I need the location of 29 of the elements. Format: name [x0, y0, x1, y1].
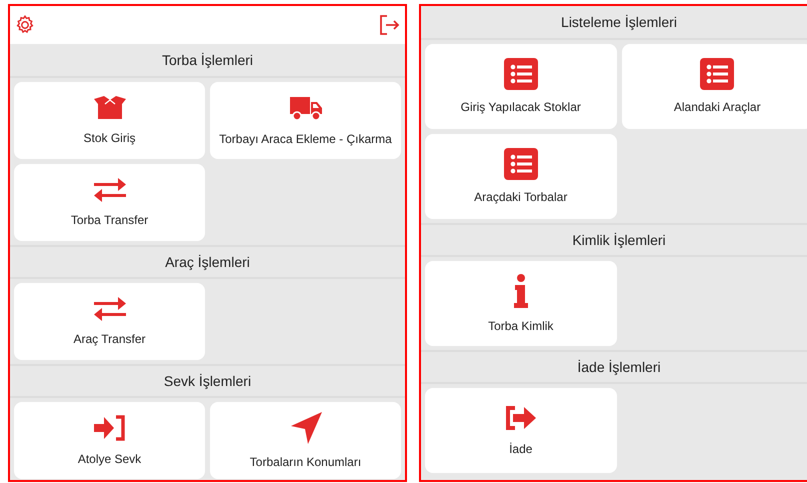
menu-card[interactable]: Araçdaki Torbalar — [425, 134, 616, 219]
navigation-arrow-icon — [288, 410, 322, 444]
menu-card[interactable]: Araç Transfer — [14, 283, 205, 360]
sign-in-icon — [92, 414, 126, 442]
menu-card[interactable]: Atolye Sevk — [14, 402, 205, 479]
menu-card[interactable]: Giriş Yapılacak Stoklar — [425, 44, 616, 129]
menu-card[interactable]: Torba Transfer — [14, 164, 205, 241]
section-title: Araç İşlemleri — [165, 252, 250, 272]
menu-card[interactable]: Stok Giriş — [14, 82, 205, 159]
section-title: Torba İşlemleri — [162, 50, 254, 70]
swap-arrows-icon — [92, 176, 126, 202]
section-title: Listeleme İşlemleri — [561, 12, 677, 32]
menu-card[interactable]: Alandaki Araçlar — [622, 44, 807, 129]
box-icon — [92, 94, 126, 120]
section-title: Sevk İşlemleri — [164, 372, 252, 391]
list-icon — [504, 148, 538, 180]
list-icon — [504, 58, 538, 90]
list-icon — [700, 58, 734, 90]
settings-icon[interactable] — [14, 14, 36, 36]
section-title: İade İşlemleri — [577, 358, 661, 377]
info-icon — [512, 272, 529, 308]
menu-card[interactable]: İade — [425, 388, 616, 473]
menu-card[interactable]: Torba Kimlik — [425, 261, 616, 346]
sign-out-icon — [504, 404, 538, 432]
swap-arrows-icon — [92, 296, 126, 322]
menu-card[interactable]: Torbaların Konumları — [210, 402, 401, 479]
section-title: Kimlik İşlemleri — [572, 230, 666, 250]
logout-icon[interactable] — [377, 13, 401, 37]
menu-card[interactable]: Torbayı Araca Ekleme - Çıkarma — [210, 82, 401, 159]
